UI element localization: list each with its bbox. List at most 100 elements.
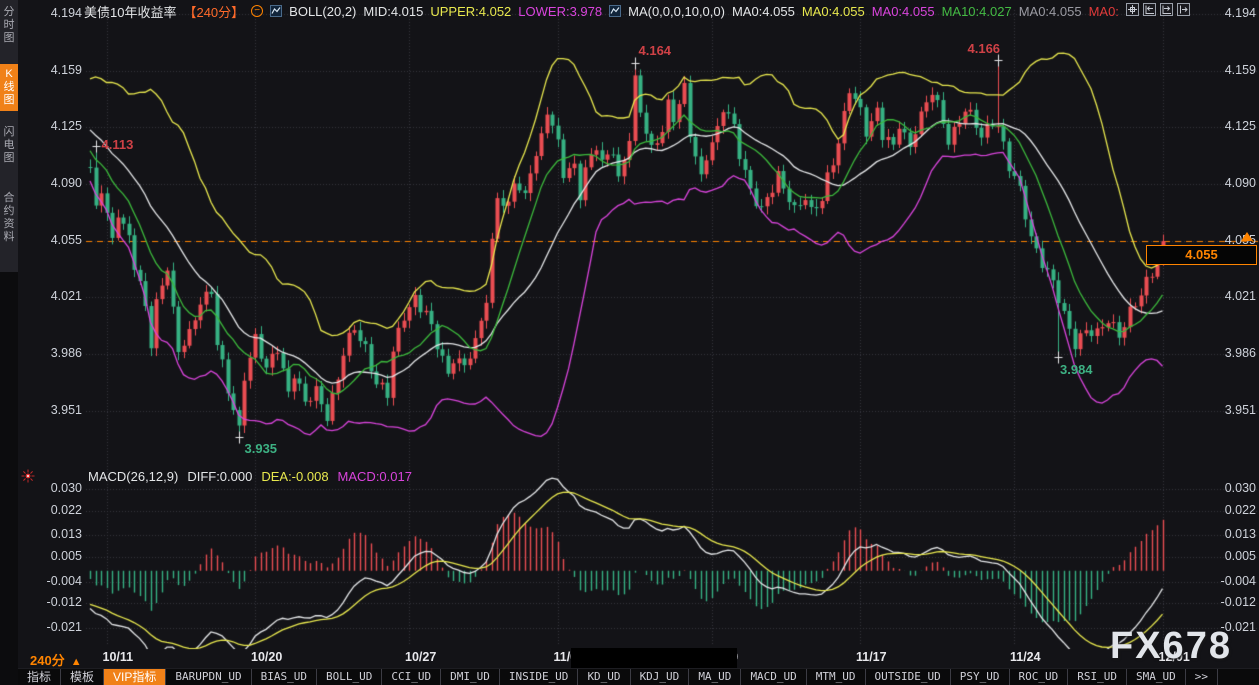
y-axis-label: 0.005 bbox=[1194, 549, 1256, 563]
toolbar-tab-kdj-ud[interactable]: KDJ_UD bbox=[631, 669, 690, 685]
up-arrow-icon bbox=[1241, 232, 1253, 241]
toolbar-tab-roc-ud[interactable]: ROC_UD bbox=[1010, 669, 1069, 685]
ma-value-5: MA0:4.055 bbox=[1019, 4, 1082, 19]
y-axis-label: 0.022 bbox=[20, 503, 82, 517]
ma-mini-chart-icon[interactable] bbox=[609, 5, 621, 17]
y-axis-label: 4.021 bbox=[1194, 289, 1256, 303]
price-annotation-4.113: 4.113 bbox=[102, 137, 134, 152]
toolbar-tab-kd-ud[interactable]: KD_UD bbox=[578, 669, 630, 685]
y-axis-label: -0.012 bbox=[20, 595, 82, 609]
price-annotation-4.164: 4.164 bbox=[639, 43, 672, 58]
toolbar-tab-ma-ud[interactable]: MA_UD bbox=[689, 669, 741, 685]
y-axis-label: 0.005 bbox=[20, 549, 82, 563]
y-axis-label: 4.194 bbox=[20, 6, 82, 20]
macd-header: MACD(26,12,9) DIFF:0.000 DEA:-0.008 MACD… bbox=[88, 469, 412, 484]
toolbar-tab-barupdn-ud[interactable]: BARUPDN_UD bbox=[166, 669, 251, 685]
x-axis-label: 11/24 bbox=[1010, 650, 1041, 664]
ma-value-3: MA0:4.055 bbox=[872, 4, 935, 19]
chart-canvas[interactable] bbox=[0, 0, 1259, 685]
ma-value-2: MA0:4.055 bbox=[802, 4, 865, 19]
boll-name: BOLL(20,2) bbox=[289, 4, 356, 19]
y-axis-label: 0.013 bbox=[1194, 527, 1256, 541]
x-axis-label: 10/20 bbox=[251, 650, 282, 664]
y-axis-label: 3.951 bbox=[1194, 403, 1256, 417]
ma-values: MA0:4.055 MA0:4.055 MA0:4.055 MA10:4.027 MA0… bbox=[732, 4, 1119, 19]
y-axis-label: 4.159 bbox=[20, 63, 82, 77]
ma-name: MA(0,0,0,10,0,0) bbox=[628, 4, 725, 19]
sidebar-tab-intraday[interactable]: 分 时 图 bbox=[0, 6, 18, 45]
trading-app-window: 分 时 图 K 线 图闪 电 图合 约 资 料 美债10年收益率 【240分】 −… bbox=[0, 0, 1259, 685]
y-axis-label: 3.986 bbox=[1194, 346, 1256, 360]
toolbar-tab-inside-ud[interactable]: INSIDE_UD bbox=[500, 669, 579, 685]
sidebar-tab-lightning[interactable]: 闪 电 图 bbox=[0, 126, 18, 165]
y-axis-label: 0.013 bbox=[20, 527, 82, 541]
price-annotation-3.984: 3.984 bbox=[1060, 362, 1093, 377]
toolbar-tab-mtm-ud[interactable]: MTM_UD bbox=[807, 669, 866, 685]
y-axis-label: 4.159 bbox=[1194, 63, 1256, 77]
macd-macd-value: MACD:0.017 bbox=[338, 469, 412, 484]
y-axis-label: 3.986 bbox=[20, 346, 82, 360]
exit-right-icon[interactable] bbox=[1177, 3, 1190, 16]
toolbar-tab-outside-ud[interactable]: OUTSIDE_UD bbox=[866, 669, 951, 685]
ma-value-6: MA0: bbox=[1089, 4, 1119, 19]
x-axis-label: 10/11 bbox=[103, 650, 134, 664]
toolbar-tab-macd-ud[interactable]: MACD_UD bbox=[741, 669, 806, 685]
y-axis-label: 4.125 bbox=[1194, 119, 1256, 133]
x-axis-label: 10/27 bbox=[405, 650, 436, 664]
x-axis-period[interactable]: 240分▲ bbox=[30, 650, 82, 669]
y-axis-label: 4.125 bbox=[20, 119, 82, 133]
y-axis-label: -0.021 bbox=[20, 620, 82, 634]
toolbar-tab-cn-2[interactable]: 模板 bbox=[61, 669, 104, 685]
price-annotation-3.935: 3.935 bbox=[245, 441, 278, 456]
boll-mini-chart-icon[interactable] bbox=[270, 5, 282, 17]
chart-tool-buttons bbox=[1126, 3, 1190, 16]
boll-lower-value: LOWER:3.978 bbox=[518, 4, 602, 19]
up-triangle-icon: ▲ bbox=[71, 656, 82, 668]
indicator-toolbar: 指标模板VIP指标BARUPDN_UDBIAS_UDBOLL_UDCCI_UDD… bbox=[18, 668, 1259, 685]
y-axis-label: 0.022 bbox=[1194, 503, 1256, 517]
chart-header: 美债10年收益率 【240分】 − BOLL(20,2) MID:4.015 U… bbox=[84, 3, 1119, 19]
toolbar-tab-boll-ud[interactable]: BOLL_UD bbox=[317, 669, 382, 685]
crosshair-move-icon[interactable] bbox=[1126, 3, 1139, 16]
toolbar-tab-cci-ud[interactable]: CCI_UD bbox=[382, 669, 441, 685]
y-axis-label: 4.021 bbox=[20, 289, 82, 303]
toolbar-tab-dmi-ud[interactable]: DMI_UD bbox=[441, 669, 500, 685]
x-axis-row: 240分▲ 10/1110/2010/2711/0311/1011/1711/2… bbox=[0, 649, 1259, 668]
toolbar-tab-bias-ud[interactable]: BIAS_UD bbox=[252, 669, 317, 685]
y-axis-label: -0.004 bbox=[1194, 574, 1256, 588]
left-sidebar: 分 时 图 K 线 图闪 电 图合 约 资 料 bbox=[0, 0, 18, 685]
axis-compress-right-icon[interactable] bbox=[1160, 3, 1173, 16]
price-annotation-4.166: 4.166 bbox=[968, 41, 1001, 56]
boll-upper-value: UPPER:4.052 bbox=[430, 4, 511, 19]
y-axis-label: -0.004 bbox=[20, 574, 82, 588]
fx678-watermark: FX678 bbox=[1110, 625, 1232, 668]
toolbar-tab-cn-20[interactable]: >> bbox=[1186, 669, 1218, 685]
macd-diff-value: DIFF:0.000 bbox=[187, 469, 252, 484]
toolbar-tab-psy-ud[interactable]: PSY_UD bbox=[951, 669, 1010, 685]
y-axis-label: 3.951 bbox=[20, 403, 82, 417]
sidebar-tab-candlestick[interactable]: K 线 图 bbox=[0, 64, 18, 111]
minus-circle-icon[interactable]: − bbox=[251, 5, 263, 17]
boll-mid-value: MID:4.015 bbox=[363, 4, 423, 19]
x-axis-label: 11/17 bbox=[856, 650, 887, 664]
red-sun-icon[interactable] bbox=[21, 469, 35, 488]
sidebar-lower-fill bbox=[0, 272, 18, 685]
ma-value-1: MA0:4.055 bbox=[732, 4, 795, 19]
toolbar-tab-cn-1[interactable]: 指标 bbox=[18, 669, 61, 685]
axis-compress-left-icon[interactable] bbox=[1143, 3, 1156, 16]
macd-name: MACD(26,12,9) bbox=[88, 469, 178, 484]
y-axis-label: 4.055 bbox=[20, 233, 82, 247]
y-axis-label: 4.090 bbox=[20, 176, 82, 190]
ma-value-4: MA10:4.027 bbox=[942, 4, 1012, 19]
symbol-title: 美债10年收益率 bbox=[84, 2, 176, 21]
period-label: 【240分】 bbox=[183, 2, 244, 21]
current-price-tag: 4.055 bbox=[1146, 245, 1257, 265]
toolbar-tab-sma-ud[interactable]: SMA_UD bbox=[1127, 669, 1186, 685]
toolbar-tab-vip[interactable]: VIP指标 bbox=[104, 669, 166, 685]
macd-dea-value: DEA:-0.008 bbox=[261, 469, 328, 484]
y-axis-label: 4.194 bbox=[1194, 6, 1256, 20]
sidebar-tab-contract-info[interactable]: 合 约 资 料 bbox=[0, 192, 18, 244]
toolbar-tab-rsi-ud[interactable]: RSI_UD bbox=[1068, 669, 1127, 685]
x-axis-overlay-box bbox=[571, 648, 737, 668]
y-axis-label: 4.090 bbox=[1194, 176, 1256, 190]
